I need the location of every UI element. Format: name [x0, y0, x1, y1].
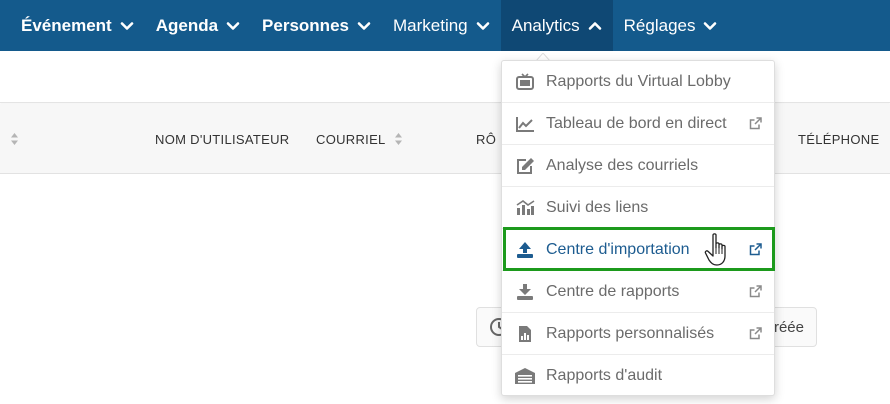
column-header-label: TÉLÉPHONE: [798, 131, 880, 147]
nav-item-label: Agenda: [155, 15, 219, 35]
line-chart-icon: [514, 114, 536, 134]
menu-item-live-dashboard[interactable]: Tableau de bord en direct: [502, 103, 774, 145]
column-header-role[interactable]: RÔ: [476, 104, 496, 174]
nav-item-label: Marketing: [392, 15, 468, 35]
menu-item-label: Centre d'importation: [546, 240, 690, 258]
sort-icon[interactable]: [394, 132, 403, 146]
nav-item-reglages[interactable]: Réglages: [613, 0, 729, 51]
menu-item-label: Rapports personnalisés: [546, 324, 715, 342]
sort-column-first[interactable]: [2, 104, 19, 174]
nav-item-analytics[interactable]: Analytics: [500, 0, 613, 51]
nav-item-label: Événement: [21, 15, 112, 35]
nav-item-marketing[interactable]: Marketing: [382, 0, 501, 51]
column-header-label: RÔ: [476, 131, 497, 147]
report-file-icon: [514, 324, 536, 344]
external-link-icon: [749, 243, 762, 256]
nav-item-evenement[interactable]: Événement: [10, 0, 145, 51]
menu-item-link-tracking[interactable]: Suivi des liens: [502, 187, 774, 229]
menu-item-reports-center[interactable]: Centre de rapports: [502, 271, 774, 313]
column-header-email[interactable]: COURRIEL: [316, 104, 403, 174]
external-link-icon: [749, 117, 762, 130]
nav-item-personnes[interactable]: Personnes: [251, 0, 382, 51]
menu-item-custom-reports[interactable]: Rapports personnalisés: [502, 313, 774, 355]
menu-item-label: Centre de rapports: [546, 282, 680, 300]
external-link-icon: [749, 327, 762, 340]
column-header-username[interactable]: NOM D'UTILISATEUR: [155, 104, 289, 174]
column-header-label: COURRIEL: [316, 131, 386, 147]
top-navigation: Événement Agenda Personnes Marketing Ana…: [0, 0, 890, 51]
edit-icon: [514, 156, 536, 176]
menu-item-label: Rapports d'audit: [546, 367, 663, 384]
download-icon: [514, 282, 536, 302]
nav-item-agenda[interactable]: Agenda: [145, 0, 251, 51]
menu-item-email-analysis[interactable]: Analyse des courriels: [502, 145, 774, 187]
upload-icon: [514, 240, 536, 260]
chevron-down-icon: [357, 19, 371, 33]
menu-item-label: Analyse des courriels: [546, 156, 699, 174]
nav-item-label: Personnes: [262, 15, 349, 35]
menu-item-audit-reports[interactable]: Rapports d'audit: [502, 355, 774, 397]
archive-icon: [514, 366, 536, 386]
chevron-down-icon: [120, 19, 134, 33]
chevron-up-icon: [588, 19, 602, 33]
chip-text: réée: [773, 318, 804, 336]
menu-item-label: Tableau de bord en direct: [546, 114, 727, 132]
bar-chart-icon: [514, 198, 536, 218]
column-header-phone[interactable]: TÉLÉPHONE: [798, 104, 879, 174]
tv-icon: [514, 72, 536, 92]
analytics-dropdown-menu: Rapports du Virtual Lobby Tableau de bor…: [501, 60, 775, 396]
column-header-label: NOM D'UTILISATEUR: [155, 131, 290, 147]
menu-item-label: Rapports du Virtual Lobby: [546, 72, 731, 90]
external-link-icon: [749, 285, 762, 298]
nav-item-label: Analytics: [511, 15, 580, 35]
chevron-down-icon: [703, 19, 717, 33]
sort-icon[interactable]: [10, 132, 19, 146]
menu-item-virtual-lobby-reports[interactable]: Rapports du Virtual Lobby: [502, 61, 774, 103]
nav-item-label: Réglages: [623, 15, 696, 35]
menu-item-import-center[interactable]: Centre d'importation: [502, 229, 774, 271]
chevron-down-icon: [476, 19, 490, 33]
menu-item-label: Suivi des liens: [546, 198, 649, 216]
chevron-down-icon: [226, 19, 240, 33]
